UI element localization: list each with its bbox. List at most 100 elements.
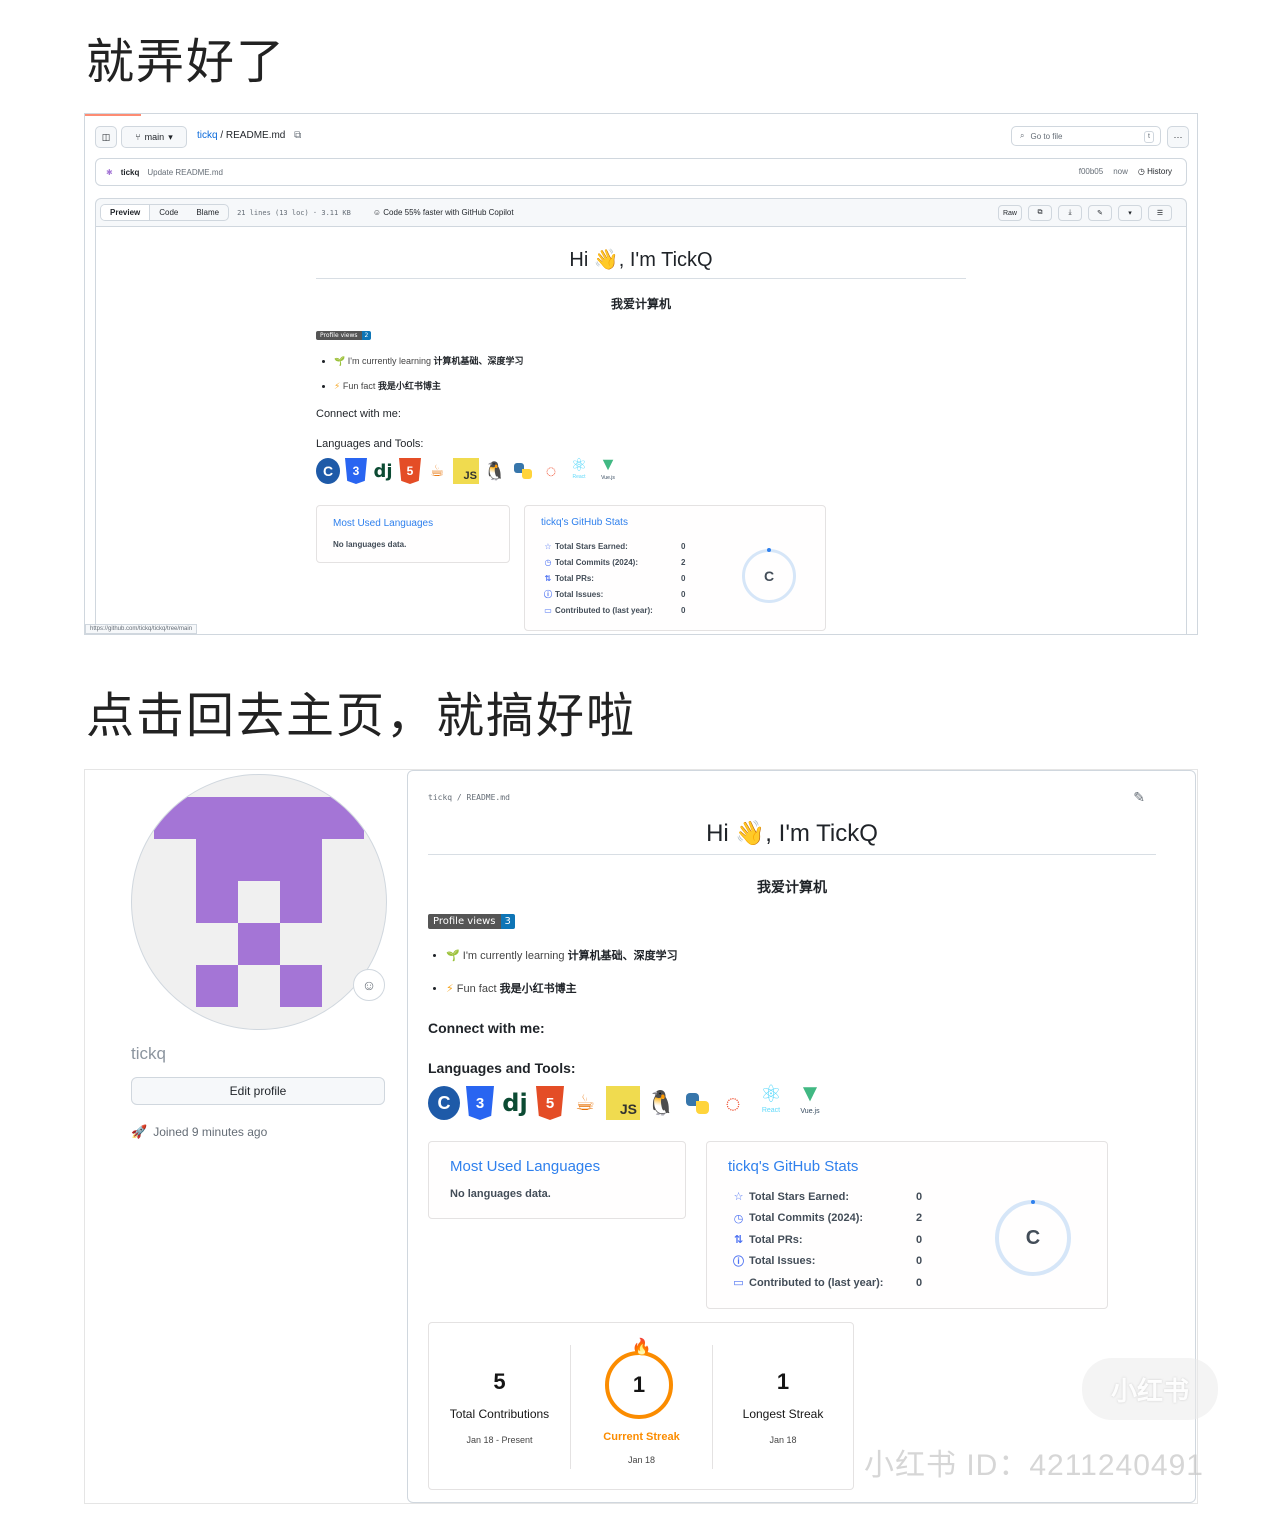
edit-profile-button[interactable]: Edit profile xyxy=(131,1077,385,1105)
commit-time: now xyxy=(1113,167,1128,176)
list-item: 🌱 I'm currently learning 计算机基础、深度学习 xyxy=(334,354,966,367)
smiley-icon: ☺ xyxy=(361,977,377,993)
profile-username: tickq xyxy=(131,1044,166,1063)
rank-letter: C xyxy=(763,568,775,584)
javascript-icon[interactable]: JS xyxy=(453,458,479,484)
lightning-icon: ⚡ xyxy=(334,381,341,391)
most-used-languages-card[interactable]: Most Used Languages No languages data. xyxy=(316,505,510,563)
linux-icon[interactable]: 🐧 xyxy=(646,1086,676,1120)
stat-row: ▭ Contributed to (last year): 0 xyxy=(728,1272,938,1294)
html5-icon[interactable]: 5 xyxy=(399,458,421,484)
stat-label: Contributed to (last year): xyxy=(749,1276,884,1289)
file-meta: 21 lines (13 loc) · 3.11 KB xyxy=(237,208,351,217)
github-stats-card[interactable]: tickq's GitHub Stats ☆ Total Stars Earned… xyxy=(524,505,826,631)
javascript-icon[interactable]: JS xyxy=(606,1086,640,1120)
sidebar-toggle-button[interactable]: ◫ xyxy=(95,126,117,148)
react-icon[interactable]: ⚛ React xyxy=(754,1083,788,1120)
tab-code[interactable]: Code xyxy=(150,205,187,220)
edit-pencil-icon[interactable]: ✎ xyxy=(1133,789,1145,806)
bullet-text: Fun fact xyxy=(456,983,500,995)
html5-icon[interactable]: 5 xyxy=(536,1086,564,1120)
css3-icon[interactable]: 3 xyxy=(345,458,367,484)
file-header: Preview Code Blame 21 lines (13 loc) · 3… xyxy=(95,198,1187,226)
c-icon[interactable]: C xyxy=(316,458,340,484)
readme-subtitle: 我爱计算机 xyxy=(610,297,671,311)
readme-subtitle: 我爱计算机 xyxy=(757,879,827,895)
current-streak-column: 1 🔥 Current Streak Jan 18 xyxy=(571,1323,712,1489)
issue-icon: ⓘ xyxy=(733,1256,744,1269)
most-used-languages-card[interactable]: Most Used Languages No languages data. xyxy=(428,1141,686,1219)
copy-raw-icon[interactable]: ⧉ xyxy=(1028,205,1052,221)
go-to-file-placeholder: Go to file xyxy=(1030,131,1063,141)
joined-text: Joined 9 minutes ago xyxy=(153,1125,268,1139)
commit-hash[interactable]: f00b05 xyxy=(1079,167,1103,176)
vue-caption: Vue.js xyxy=(800,1108,820,1115)
pytorch-icon[interactable]: ◌ xyxy=(540,458,562,484)
css3-icon[interactable]: 3 xyxy=(466,1086,494,1120)
languages-heading: Languages and Tools: xyxy=(316,438,424,450)
identicon-image xyxy=(154,797,364,1007)
c-icon[interactable]: C xyxy=(428,1086,460,1120)
more-options-button[interactable]: ··· xyxy=(1167,126,1189,148)
rank-circle: C xyxy=(995,1200,1071,1276)
copilot-link[interactable]: ☺ Code 55% faster with GitHub Copilot xyxy=(373,208,514,217)
streak-stats-card[interactable]: 5 Total Contributions Jan 18 - Present 1… xyxy=(428,1322,854,1490)
stat-row: ◷ Total Commits (2024): 2 xyxy=(541,554,701,570)
readme-breadcrumb: tickq / README.md xyxy=(428,793,510,802)
go-to-file-input[interactable]: ⌕ Go to file t xyxy=(1011,126,1161,146)
card-title: tickq's GitHub Stats xyxy=(541,517,628,528)
star-icon: ☆ xyxy=(733,1191,744,1204)
branch-select-button[interactable]: ⑂ main ▾ xyxy=(121,126,187,148)
linux-icon[interactable]: 🐧 xyxy=(484,458,506,484)
tab-preview[interactable]: Preview xyxy=(101,205,151,220)
python-icon[interactable] xyxy=(682,1086,712,1120)
commit-message[interactable]: Update README.md xyxy=(147,168,223,177)
fire-icon: 🔥 xyxy=(631,1339,652,1356)
bullet-text: I'm currently learning xyxy=(347,356,434,366)
copy-path-icon[interactable]: ⧉ xyxy=(294,130,301,141)
stat-value: 0 xyxy=(681,605,686,615)
stat-label: Total Commits (2024): xyxy=(555,557,638,567)
connect-heading: Connect with me: xyxy=(428,1020,545,1036)
github-stats-card[interactable]: tickq's GitHub Stats ☆ Total Stars Earned… xyxy=(706,1141,1108,1309)
django-icon[interactable]: dj xyxy=(500,1086,530,1120)
search-icon: ⌕ xyxy=(1020,131,1025,140)
history-button[interactable]: ◷ History xyxy=(1138,167,1172,176)
file-top-bar: ◫ ⑂ main ▾ tickq / README.md ⧉ ⌕ Go to f… xyxy=(85,114,1197,158)
list-item: ⚡ Fun fact 我是小红书博主 xyxy=(334,379,966,392)
download-icon[interactable]: ⤓ xyxy=(1058,205,1082,221)
vuejs-icon[interactable]: ▼ Vue.js xyxy=(596,455,620,484)
java-icon[interactable]: ☕ xyxy=(570,1086,600,1120)
react-icon[interactable]: ⚛ React xyxy=(567,456,591,484)
rank-letter: C xyxy=(1025,1226,1041,1249)
card-title: Most Used Languages xyxy=(333,518,434,529)
pytorch-icon[interactable]: ◌ xyxy=(718,1086,748,1120)
commit-author[interactable]: tickq xyxy=(121,168,140,177)
list-item: ⚡ Fun fact 我是小红书博主 xyxy=(446,980,1156,996)
outline-icon[interactable]: ☰ xyxy=(1148,205,1172,221)
set-status-button[interactable]: ☺ xyxy=(353,969,385,1001)
java-icon[interactable]: ☕ xyxy=(426,458,448,484)
badge-count: 3 xyxy=(500,914,515,929)
total-contributions-value: 5 xyxy=(493,1369,506,1394)
edit-dropdown-icon[interactable]: ▾ xyxy=(1118,205,1142,221)
edit-pencil-icon[interactable]: ✎ xyxy=(1088,205,1112,221)
python-icon[interactable] xyxy=(511,458,535,484)
history-label: History xyxy=(1147,167,1172,176)
raw-button[interactable]: Raw xyxy=(997,205,1022,221)
bullet-text: I'm currently learning xyxy=(462,950,568,962)
stat-label: Total PRs: xyxy=(749,1233,803,1246)
watermark-logo: 小红书 xyxy=(1082,1358,1218,1420)
repo-icon: ▭ xyxy=(733,1277,744,1290)
avatar[interactable] xyxy=(131,774,387,1030)
tab-blame[interactable]: Blame xyxy=(187,205,228,220)
list-item: 🌱 I'm currently learning 计算机基础、深度学习 xyxy=(446,947,1156,963)
vuejs-icon[interactable]: ▼ Vue.js xyxy=(794,1082,826,1120)
joined-info: 🚀 Joined 9 minutes ago xyxy=(131,1124,267,1140)
connect-heading: Connect with me: xyxy=(316,408,401,420)
breadcrumb-repo-link[interactable]: tickq xyxy=(197,130,218,141)
longest-streak-value: 1 xyxy=(776,1369,790,1394)
file-preview-body: Hi 👋, I'm TickQ 我爱计算机 Profile views 2 🌱 … xyxy=(95,226,1187,634)
django-icon[interactable]: dj xyxy=(372,458,394,484)
vue-caption: Vue.js xyxy=(601,475,615,481)
